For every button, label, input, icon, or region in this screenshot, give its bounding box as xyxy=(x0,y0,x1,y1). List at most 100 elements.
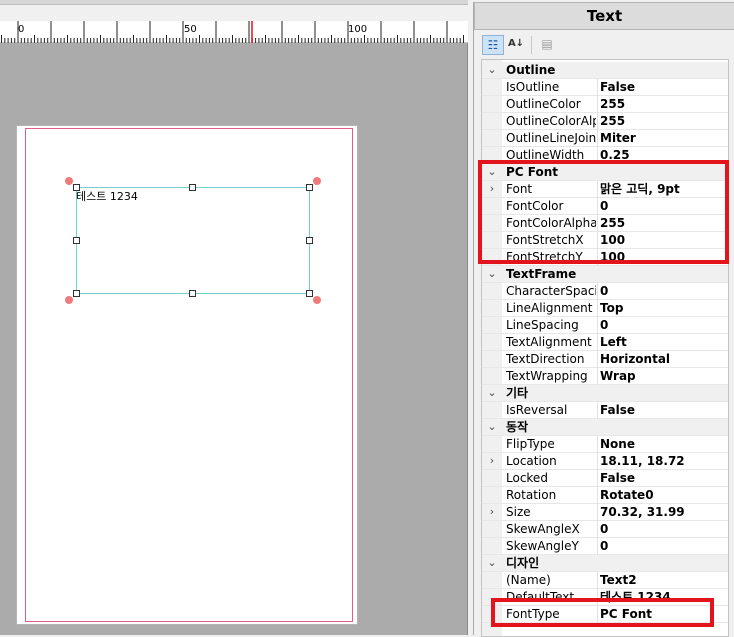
property-row[interactable]: › Size 70.32, 31.99 xyxy=(482,504,728,521)
property-row[interactable]: Rotation Rotate0 xyxy=(482,487,728,504)
categorized-view-icon[interactable]: ☷ xyxy=(482,35,504,55)
property-value[interactable]: 18.11, 18.72 xyxy=(600,453,685,469)
property-value[interactable]: 70.32, 31.99 xyxy=(600,504,685,520)
category-row[interactable]: ⌄ 기타 xyxy=(482,385,728,402)
resize-handle-top-center[interactable] xyxy=(189,184,196,191)
column-divider xyxy=(597,470,598,487)
horizontal-ruler: 0 50 100 xyxy=(0,21,468,43)
property-row[interactable]: TextAlignment Left xyxy=(482,334,728,351)
column-divider xyxy=(597,487,598,504)
property-row[interactable]: OutlineColor 255 xyxy=(482,96,728,113)
property-name: TextAlignment xyxy=(506,335,592,349)
property-value[interactable]: False xyxy=(600,402,635,418)
property-row[interactable]: IsReversal False xyxy=(482,402,728,419)
category-row[interactable]: ⌄ TextFrame xyxy=(482,266,728,283)
resize-handle-bottom-center[interactable] xyxy=(189,290,196,297)
property-row[interactable]: (Name) Text2 xyxy=(482,572,728,589)
property-value[interactable]: Rotate0 xyxy=(600,487,654,503)
expand-chevron-icon[interactable]: › xyxy=(482,504,502,521)
property-value[interactable]: Wrap xyxy=(600,368,636,384)
property-name: LineSpacing xyxy=(506,318,579,332)
category-label: 동작 xyxy=(506,420,529,434)
property-grid[interactable]: ⌄ Outline IsOutline False OutlineColor 255 Out… xyxy=(481,59,729,637)
property-name: TextWrapping xyxy=(506,369,588,383)
alphabetical-sort-icon[interactable]: A↓ xyxy=(505,35,527,55)
property-name: (Name) xyxy=(506,573,551,587)
category-label: TextFrame xyxy=(506,267,577,281)
rotate-handle-bottom-right[interactable] xyxy=(313,296,321,304)
property-row[interactable]: OutlineLineJoin Miter xyxy=(482,130,728,147)
property-value[interactable]: 255 xyxy=(600,96,625,112)
property-row[interactable]: Locked False xyxy=(482,470,728,487)
property-value[interactable]: Horizontal xyxy=(600,351,670,367)
property-row[interactable]: CharacterSpacii 0 xyxy=(482,283,728,300)
toolbar-divider xyxy=(531,36,532,54)
property-row[interactable]: LineAlignment Top xyxy=(482,300,728,317)
expand-chevron-icon[interactable]: › xyxy=(482,453,502,470)
rotate-handle-bottom-left[interactable] xyxy=(65,296,73,304)
property-row[interactable]: TextDirection Horizontal xyxy=(482,351,728,368)
ruler-label-0: 0 xyxy=(18,24,25,35)
property-value[interactable]: Left xyxy=(600,334,627,350)
category-label: 디자인 xyxy=(506,556,540,570)
property-name: Location xyxy=(506,454,557,468)
resize-handle-top-right[interactable] xyxy=(306,184,313,191)
property-value[interactable]: 0 xyxy=(600,283,608,299)
collapse-chevron-icon[interactable]: ⌄ xyxy=(482,419,502,436)
property-value[interactable]: Text2 xyxy=(600,572,637,588)
resize-handle-bottom-left[interactable] xyxy=(73,290,80,297)
rotate-handle-top-right[interactable] xyxy=(313,177,321,185)
ruler-label-100: 100 xyxy=(348,24,368,35)
rotate-handle-top-left[interactable] xyxy=(65,177,73,185)
column-divider xyxy=(597,504,598,521)
text-frame-content[interactable]: 테스트 1234 xyxy=(76,188,138,204)
properties-panel: Text ☷ A↓ ▤ ⌄ Outline IsOutline False Outlin… xyxy=(473,2,734,637)
property-name: SkewAngleY xyxy=(506,539,579,553)
column-divider xyxy=(597,334,598,351)
property-pages-icon[interactable]: ▤ xyxy=(536,35,558,55)
highlight-fonttype-box xyxy=(491,598,714,627)
property-row[interactable]: OutlineColorAlpl 255 xyxy=(482,113,728,130)
resize-handle-top-left[interactable] xyxy=(73,184,80,191)
property-name: IsOutline xyxy=(506,80,560,94)
column-divider xyxy=(597,436,598,453)
property-value[interactable]: False xyxy=(600,470,635,486)
resize-handle-middle-right[interactable] xyxy=(306,237,313,244)
property-row[interactable]: TextWrapping Wrap xyxy=(482,368,728,385)
category-row[interactable]: ⌄ 동작 xyxy=(482,419,728,436)
property-name: FlipType xyxy=(506,437,555,451)
resize-handle-bottom-right[interactable] xyxy=(306,290,313,297)
property-value[interactable]: 0 xyxy=(600,538,608,554)
property-value[interactable]: Miter xyxy=(600,130,636,146)
column-divider xyxy=(597,317,598,334)
property-value[interactable]: 0 xyxy=(600,317,608,333)
property-value[interactable]: Top xyxy=(600,300,623,316)
property-value[interactable]: 255 xyxy=(600,113,625,129)
ruler-label-50: 50 xyxy=(184,24,197,35)
resize-handle-middle-left[interactable] xyxy=(73,237,80,244)
category-row[interactable]: ⌄ Outline xyxy=(482,62,728,79)
property-value[interactable]: None xyxy=(600,436,635,452)
category-label: 기타 xyxy=(506,386,529,400)
property-row[interactable]: SkewAngleY 0 xyxy=(482,538,728,555)
category-label: Outline xyxy=(506,63,556,77)
property-row[interactable]: SkewAngleX 0 xyxy=(482,521,728,538)
collapse-chevron-icon[interactable]: ⌄ xyxy=(482,62,502,79)
collapse-chevron-icon[interactable]: ⌄ xyxy=(482,385,502,402)
property-value[interactable]: False xyxy=(600,79,635,95)
property-row[interactable]: IsOutline False xyxy=(482,79,728,96)
property-value[interactable]: 0 xyxy=(600,521,608,537)
category-row[interactable]: ⌄ 디자인 xyxy=(482,555,728,572)
collapse-chevron-icon[interactable]: ⌄ xyxy=(482,555,502,572)
property-row[interactable]: LineSpacing 0 xyxy=(482,317,728,334)
properties-toolbar: ☷ A↓ ▤ xyxy=(474,30,734,58)
column-divider xyxy=(597,538,598,555)
collapse-chevron-icon[interactable]: ⌄ xyxy=(482,266,502,283)
property-name: LineAlignment xyxy=(506,301,593,315)
design-canvas[interactable]: 0 50 100 테스트 1234 xyxy=(0,0,468,635)
property-row[interactable]: FlipType None xyxy=(482,436,728,453)
property-name: CharacterSpacii xyxy=(506,284,596,298)
property-row[interactable]: › Location 18.11, 18.72 xyxy=(482,453,728,470)
property-name: OutlineColorAlpl xyxy=(506,114,596,128)
column-divider xyxy=(597,113,598,130)
